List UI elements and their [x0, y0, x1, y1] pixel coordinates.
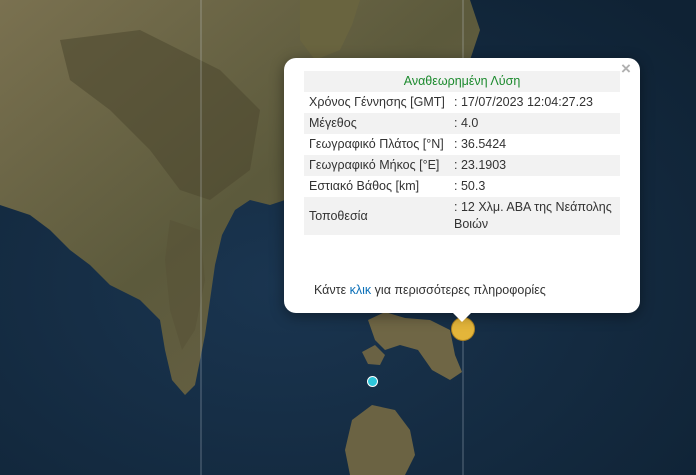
value-magnitude: : 4.0: [450, 113, 620, 134]
table-row-origin-time: Χρόνος Γέννησης [GMT] : 17/07/2023 12:04…: [304, 92, 620, 113]
close-icon[interactable]: ×: [618, 60, 634, 77]
value-origin-time: : 17/07/2023 12:04:27.23: [454, 95, 594, 109]
popup-title-row: Αναθεωρημένη Λύση: [304, 71, 620, 92]
more-info-text: Κάντε κλικ για περισσότερες πληροφορίες: [314, 283, 546, 297]
label-origin-time: Χρόνος Γέννησης [GMT]: [309, 95, 445, 109]
value-longitude: : 23.1903: [450, 155, 620, 176]
earthquake-info-table: Αναθεωρημένη Λύση Χρόνος Γέννησης [GMT] …: [304, 71, 620, 235]
table-row-depth: Εστιακό Βάθος [km] : 50.3: [304, 176, 620, 197]
value-latitude: : 36.5424: [454, 137, 507, 151]
earthquake-marker-small[interactable]: [367, 376, 378, 387]
label-magnitude: Μέγεθος: [304, 113, 450, 134]
label-depth: Εστιακό Βάθος [km]: [309, 179, 420, 193]
table-row-location: Τοποθεσία : 12 Χλμ. ΑΒΑ της Νεάπολης Βοι…: [304, 197, 620, 235]
popup-tip: [452, 312, 472, 322]
more-info-prefix: Κάντε: [314, 283, 350, 297]
label-longitude: Γεωγραφικό Μήκος [°E]: [304, 155, 450, 176]
value-location: : 12 Χλμ. ΑΒΑ της Νεάπολης Βοιών: [450, 197, 620, 235]
more-info-suffix: για περισσότερες πληροφορίες: [371, 283, 546, 297]
earthquake-popup: × Αναθεωρημένη Λύση Χρόνος Γέννησης [GMT…: [284, 58, 640, 313]
value-depth: : 50.3: [454, 179, 486, 193]
more-info-link[interactable]: κλικ: [350, 283, 372, 297]
table-row-longitude: Γεωγραφικό Μήκος [°E] : 23.1903: [304, 155, 620, 176]
table-row-latitude: Γεωγραφικό Πλάτος [°N] : 36.5424: [304, 134, 620, 155]
label-location: Τοποθεσία: [304, 197, 450, 235]
popup-title: Αναθεωρημένη Λύση: [304, 71, 620, 92]
table-row-magnitude: Μέγεθος : 4.0: [304, 113, 620, 134]
label-latitude: Γεωγραφικό Πλάτος [°N]: [309, 137, 444, 151]
